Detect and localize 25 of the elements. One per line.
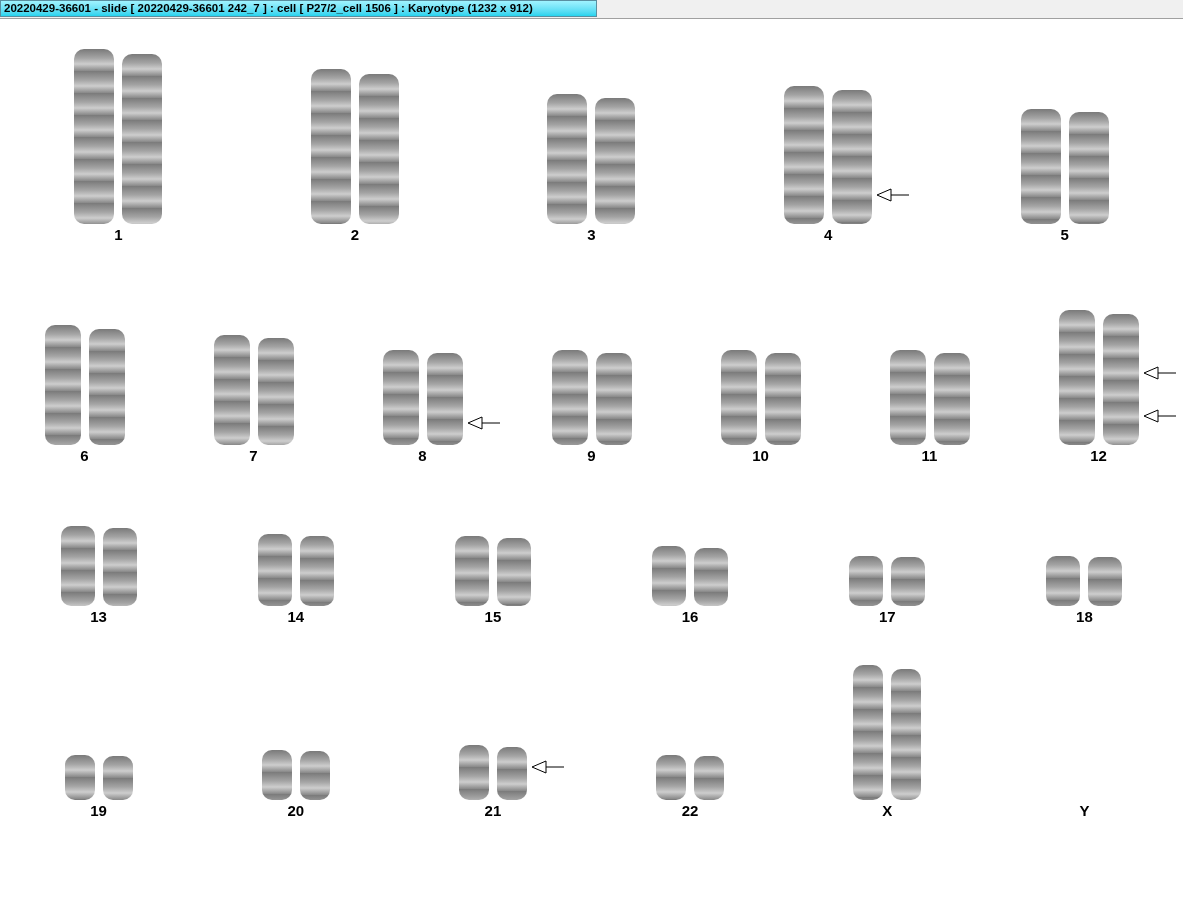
- chromosome-label: 4: [823, 226, 833, 243]
- chromosome-label: 11: [921, 447, 938, 464]
- chromosome-label: 12: [1090, 447, 1107, 464]
- chromosome-label: 8: [418, 447, 427, 464]
- chromosome-label: 19: [90, 802, 107, 819]
- chromosome-label: 16: [681, 608, 699, 625]
- chromosome-label: 3: [587, 226, 596, 243]
- chromosome-label: 13: [90, 608, 107, 625]
- chromosome-label: 22: [681, 802, 699, 819]
- chromosome-label: 14: [287, 608, 305, 625]
- chromosome-label: 7: [249, 447, 258, 464]
- chromosome-label: 17: [878, 608, 896, 625]
- chromosome-label: X: [882, 802, 893, 819]
- chromosome-label: Y: [1079, 802, 1090, 819]
- chromosome-label: 1: [114, 226, 123, 243]
- window-title: 20220429-36601 - slide [ 20220429-36601 242_7 ] : cell [ P27/2_cell 1506 ] : Karyotype (1232 x 912): [0, 0, 597, 17]
- chromosome-label: 6: [80, 447, 89, 464]
- chromosome-label: 2: [350, 226, 360, 243]
- chromosome-label: 5: [1060, 226, 1069, 243]
- chromosome-label: 9: [587, 447, 596, 464]
- chromosome-label: 20: [287, 802, 305, 819]
- chromosome-label: 18: [1076, 608, 1093, 625]
- chromosome-label: 21: [484, 802, 502, 819]
- chromosome-label: 10: [752, 447, 769, 464]
- chromosome-label: 15: [484, 608, 502, 625]
